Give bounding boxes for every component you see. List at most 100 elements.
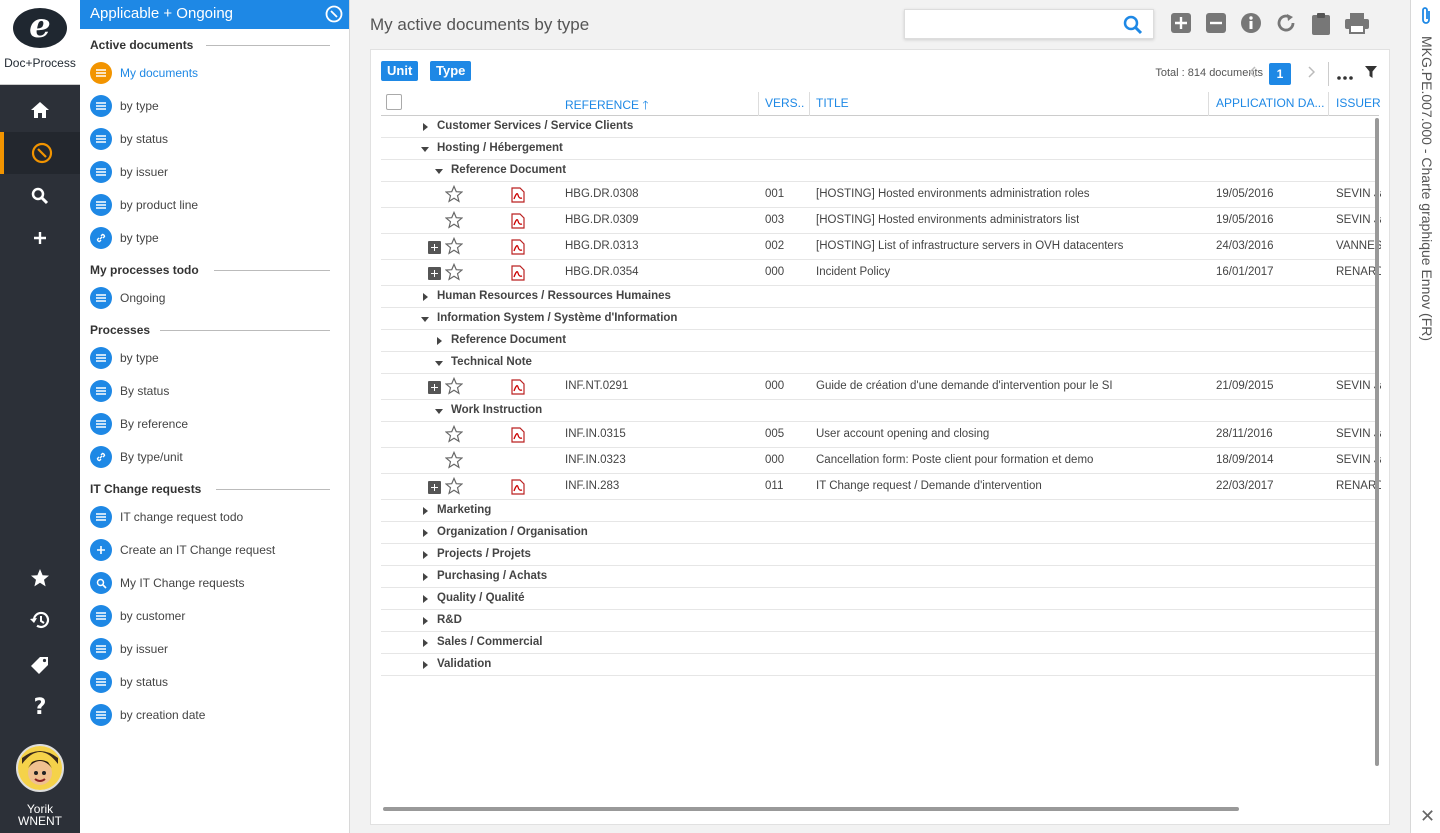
nav-create-it-change[interactable]: Create an IT Change request xyxy=(90,539,340,561)
star-outline-icon[interactable] xyxy=(444,210,464,232)
table-row[interactable]: INF.IN.0323 000 Cancellation form: Poste… xyxy=(381,448,1381,474)
expand-row-icon[interactable] xyxy=(428,381,441,394)
refresh-button[interactable] xyxy=(1275,12,1299,36)
create-button[interactable] xyxy=(0,217,80,259)
column-separator[interactable] xyxy=(809,92,810,116)
vertical-scrollbar[interactable] xyxy=(1375,118,1379,766)
app-logo[interactable]: e Doc+Process xyxy=(0,0,80,85)
nav-by-customer[interactable]: by customer xyxy=(90,605,340,627)
table-row[interactable]: HBG.DR.0308 001 [HOSTING] Hosted environ… xyxy=(381,182,1381,208)
compass-icon[interactable] xyxy=(325,5,343,27)
nav-by-creation-date[interactable]: by creation date xyxy=(90,704,340,726)
group-row[interactable]: Quality / Qualité xyxy=(381,588,1379,610)
group-row[interactable]: Projects / Projets xyxy=(381,544,1379,566)
preview-document-label[interactable]: MKG.PE.007.000 - Charte graphique Ennov … xyxy=(1417,36,1435,396)
column-separator[interactable] xyxy=(1208,92,1209,116)
expand-row-icon[interactable] xyxy=(428,267,441,280)
favorites-button[interactable] xyxy=(0,557,80,599)
nav-by-type[interactable]: by type xyxy=(90,95,340,117)
paperclip-icon[interactable] xyxy=(1418,6,1434,29)
star-outline-icon[interactable] xyxy=(444,424,464,446)
nav-by-product-line[interactable]: by product line xyxy=(90,194,340,216)
pdf-icon[interactable] xyxy=(511,265,525,284)
group-row[interactable]: Purchasing / Achats xyxy=(381,566,1379,588)
subgroup-row[interactable]: Reference Document xyxy=(381,160,1379,182)
table-row[interactable]: INF.IN.283 011 IT Change request / Deman… xyxy=(381,474,1381,500)
column-title[interactable]: TITLE xyxy=(816,96,849,110)
nav-process-by-reference[interactable]: By reference xyxy=(90,413,340,435)
expand-row-icon[interactable] xyxy=(428,241,441,254)
search-button[interactable] xyxy=(0,175,80,217)
table-row[interactable]: HBG.DR.0309 003 [HOSTING] Hosted environ… xyxy=(381,208,1381,234)
search-input[interactable] xyxy=(905,10,1115,38)
group-row[interactable]: Human Resources / Ressources Humaines xyxy=(381,286,1379,308)
column-separator[interactable] xyxy=(1328,92,1329,116)
page-current[interactable]: 1 xyxy=(1269,63,1291,85)
help-button[interactable]: ? xyxy=(0,686,80,728)
browse-button[interactable] xyxy=(0,132,80,174)
avatar[interactable] xyxy=(16,744,64,792)
nav-process-by-type[interactable]: by type xyxy=(90,347,340,369)
star-outline-icon[interactable] xyxy=(444,184,464,206)
column-reference[interactable]: REFERENCE 🡑 xyxy=(565,96,649,117)
type-pill[interactable]: Type xyxy=(430,61,472,81)
close-icon[interactable]: ✕ xyxy=(1420,806,1435,827)
star-outline-icon[interactable] xyxy=(444,236,464,258)
subgroup-row[interactable]: Technical Note xyxy=(381,352,1379,374)
nav-process-by-status[interactable]: By status xyxy=(90,380,340,402)
collapse-all-button[interactable] xyxy=(1205,12,1229,36)
group-row[interactable]: Customer Services / Service Clients xyxy=(381,116,1379,138)
nav-it-by-issuer[interactable]: by issuer xyxy=(90,638,340,660)
pdf-icon[interactable] xyxy=(511,379,525,398)
table-row[interactable]: HBG.DR.0354 000 Incident Policy 16/01/20… xyxy=(381,260,1381,286)
pdf-icon[interactable] xyxy=(511,213,525,232)
pdf-icon[interactable] xyxy=(511,187,525,206)
nav-my-it-change[interactable]: My IT Change requests xyxy=(90,572,340,594)
group-row[interactable]: Validation xyxy=(381,654,1379,676)
filter-button[interactable] xyxy=(1365,66,1377,81)
column-issuer[interactable]: ISSUER xyxy=(1336,96,1381,110)
nav-process-by-type-unit[interactable]: By type/unit xyxy=(90,446,340,468)
tags-button[interactable] xyxy=(0,643,80,685)
nav-it-change-todo[interactable]: IT change request todo xyxy=(90,506,340,528)
history-button[interactable] xyxy=(0,599,80,641)
table-row[interactable]: INF.NT.0291 000 Guide de création d'une … xyxy=(381,374,1381,400)
group-row[interactable]: Hosting / Hébergement xyxy=(381,138,1379,160)
select-all-checkbox[interactable] xyxy=(386,94,402,110)
star-outline-icon[interactable] xyxy=(444,376,464,398)
star-outline-icon[interactable] xyxy=(444,262,464,284)
pdf-icon[interactable] xyxy=(511,239,525,258)
expand-row-icon[interactable] xyxy=(428,481,441,494)
nav-by-issuer[interactable]: by issuer xyxy=(90,161,340,183)
info-button[interactable] xyxy=(1240,12,1264,36)
group-row[interactable]: Sales / Commercial xyxy=(381,632,1379,654)
home-button[interactable] xyxy=(0,89,80,131)
star-outline-icon[interactable] xyxy=(444,476,464,498)
clipboard-button[interactable] xyxy=(1310,12,1334,36)
pdf-icon[interactable] xyxy=(511,479,525,498)
nav-by-type-link[interactable]: by type xyxy=(90,227,340,249)
column-version[interactable]: VERS.. xyxy=(765,96,807,110)
column-application-date[interactable]: APPLICATION DA... xyxy=(1216,96,1326,110)
nav-my-documents[interactable]: My documents xyxy=(90,62,340,84)
group-row[interactable]: Organization / Organisation xyxy=(381,522,1379,544)
prev-page-button[interactable] xyxy=(1248,66,1257,81)
nav-it-by-status[interactable]: by status xyxy=(90,671,340,693)
subgroup-row[interactable]: Work Instruction xyxy=(381,400,1379,422)
more-options-button[interactable] xyxy=(1337,69,1353,83)
next-page-button[interactable] xyxy=(1307,66,1316,81)
pdf-icon[interactable] xyxy=(511,427,525,446)
subgroup-row[interactable]: Reference Document xyxy=(381,330,1379,352)
group-row[interactable]: Marketing xyxy=(381,500,1379,522)
column-separator[interactable] xyxy=(758,92,759,116)
table-row[interactable]: INF.IN.0315 005 User account opening and… xyxy=(381,422,1381,448)
nav-by-status[interactable]: by status xyxy=(90,128,340,150)
group-row[interactable]: Information System / Système d'Informati… xyxy=(381,308,1379,330)
star-outline-icon[interactable] xyxy=(444,450,464,472)
print-button[interactable] xyxy=(1344,12,1372,36)
horizontal-scrollbar[interactable] xyxy=(383,807,1239,811)
table-row[interactable]: HBG.DR.0313 002 [HOSTING] List of infras… xyxy=(381,234,1381,260)
nav-ongoing[interactable]: Ongoing xyxy=(90,287,340,309)
group-row[interactable]: R&D xyxy=(381,610,1379,632)
unit-pill[interactable]: Unit xyxy=(381,61,419,81)
